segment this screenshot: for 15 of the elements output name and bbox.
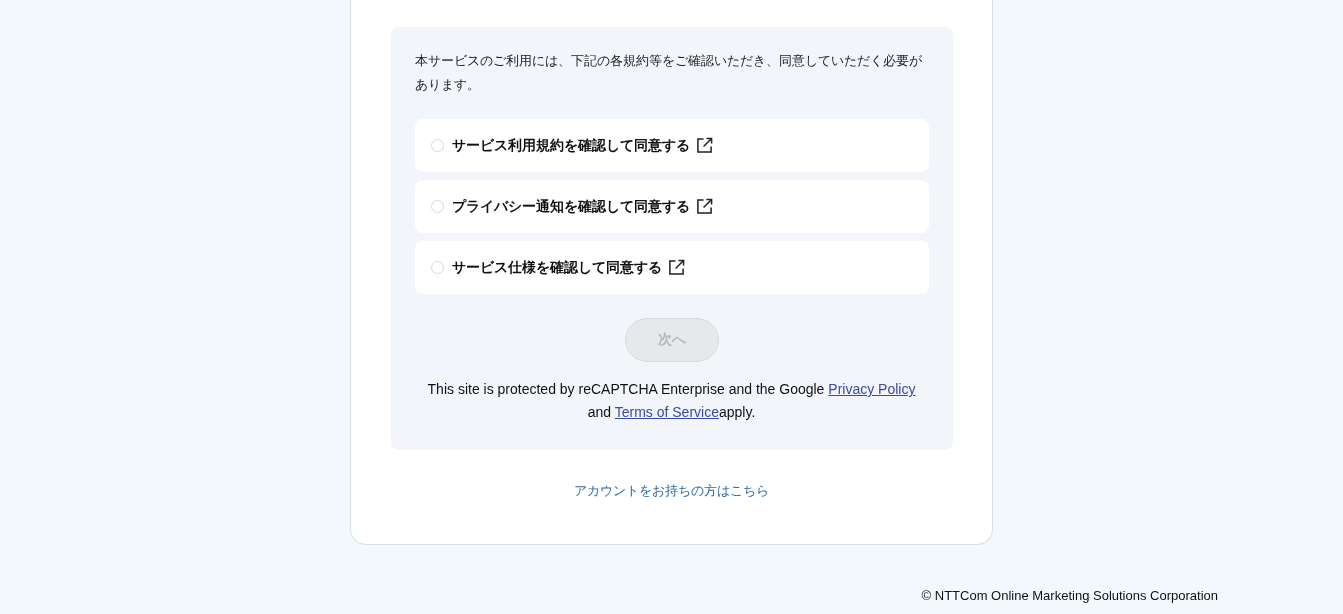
copyright-text: © NTTCom Online Marketing Solutions Corporation: [921, 588, 1218, 603]
agreement-label[interactable]: プライバシー通知を確認して同意する: [451, 197, 690, 216]
recaptcha-notice: This site is protected by reCAPTCHA Enterprise and the Google Privacy Policy and Terms of Serviceapply.: [426, 380, 917, 422]
external-link-icon[interactable]: [695, 198, 713, 215]
terms-of-service-link[interactable]: Terms of Service: [614, 404, 719, 420]
agreement-label[interactable]: サービス仕様を確認して同意する: [451, 258, 662, 277]
privacy-policy-link[interactable]: Privacy Policy: [828, 381, 916, 397]
agreement-label[interactable]: サービス利用規約を確認して同意する: [451, 136, 690, 155]
external-link-icon[interactable]: [667, 259, 685, 276]
account-login-link[interactable]: アカウントをお持ちの方はこちら: [574, 482, 769, 500]
agreement-option[interactable]: プライバシー通知を確認して同意する: [414, 180, 929, 233]
agreement-option[interactable]: サービス利用規約を確認して同意する: [414, 119, 929, 172]
notice-text: 本サービスのご利用には、下記の各規約等をご確認いただき、同意していただく必要があります。: [414, 52, 923, 94]
agreement-option[interactable]: サービス仕様を確認して同意する: [414, 241, 929, 294]
external-link-icon[interactable]: [695, 137, 713, 154]
